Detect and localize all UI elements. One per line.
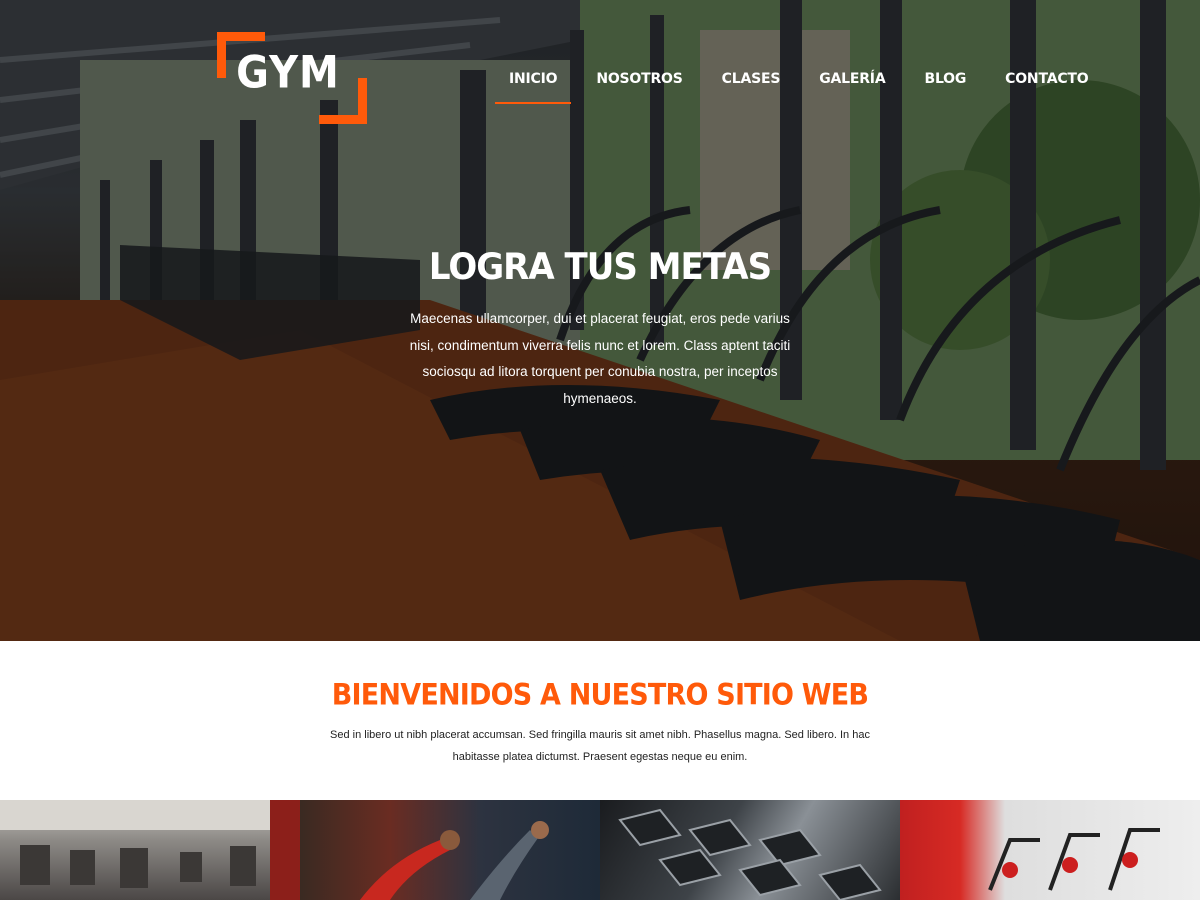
dumbbells-photo (618, 808, 882, 900)
spinning-bikes-photo (988, 828, 1160, 891)
gym-floor-photo (0, 800, 300, 900)
stretching-class-photo (360, 821, 549, 900)
welcome-text: Sed in libero ut nibh placerat accumsan.… (330, 729, 870, 763)
gallery-image-dumbbells[interactable] (600, 800, 900, 900)
nav-item-contacto[interactable]: CONTACTO (1005, 70, 1089, 104)
hero-text: Maecenas ullamcorper, dui et placerat fe… (409, 311, 791, 406)
gallery-strip (0, 800, 1200, 900)
nav-item-nosotros[interactable]: NOSOTROS (596, 70, 683, 104)
nav-item-blog[interactable]: BLOG (924, 70, 966, 104)
logo[interactable]: GYM (217, 32, 367, 124)
nav-item-inicio[interactable]: INICIO (495, 70, 572, 104)
nav-item-galeria[interactable]: GALERÍA (819, 70, 885, 104)
main-nav: INICIO NOSOTROS CLASES GALERÍA BLOG CONT… (495, 70, 1089, 106)
gallery-image-spinning-bikes[interactable] (900, 800, 1200, 900)
hero-section: GYM INICIO NOSOTROS CLASES GALERÍA BLOG … (0, 0, 1200, 641)
gallery-image-gym-floor[interactable] (0, 800, 300, 900)
nav-item-clases[interactable]: CLASES (722, 70, 781, 104)
logo-text: GYM (236, 47, 340, 99)
welcome-title: BIENVENIDOS A NUESTRO SITIO WEB (331, 678, 869, 713)
gallery-image-stretching-class[interactable] (300, 800, 600, 900)
hero-title: LOGRA TUS METAS (428, 245, 772, 289)
